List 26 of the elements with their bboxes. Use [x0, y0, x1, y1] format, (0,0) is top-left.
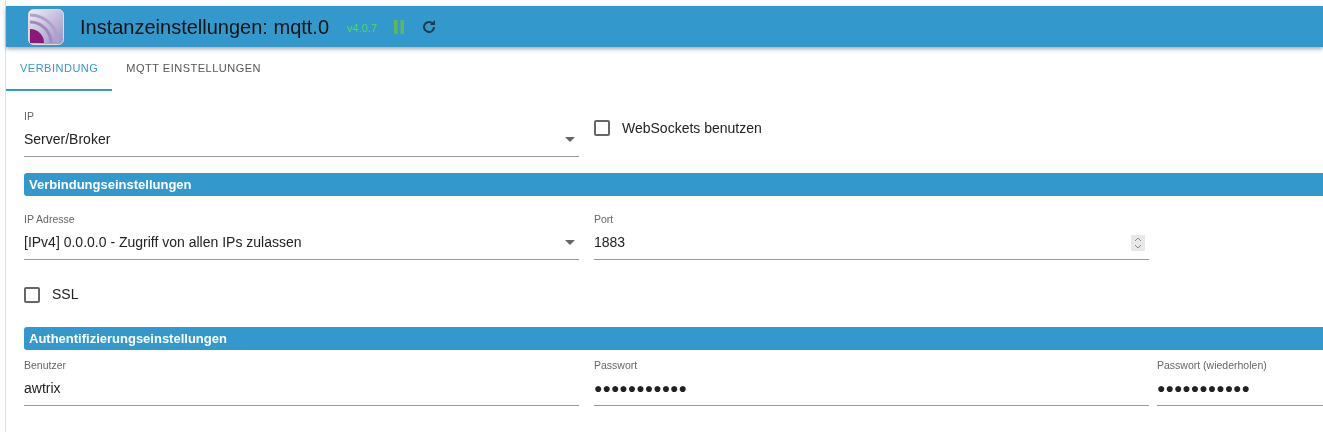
section-header: Authentifizierungseinstellungen: [24, 327, 1323, 350]
field-label: IP: [24, 109, 35, 124]
section-header: Verbindungseinstellungen: [24, 173, 1323, 196]
tab[interactable]: MQTT EINSTELLUNGEN: [112, 47, 276, 91]
reload-icon[interactable]: [421, 18, 437, 35]
field-label: IP Adresse: [24, 212, 76, 227]
checkbox[interactable]: [594, 120, 610, 136]
spinner-icon[interactable]: [1131, 234, 1145, 251]
ip-select[interactable]: Server/Broker: [24, 125, 579, 157]
checkbox-label: SSL: [52, 285, 79, 304]
version-label: v4.0.7: [347, 21, 377, 37]
page-title: Instanzeinstellungen: mqtt.0: [80, 14, 330, 40]
ip-address-select[interactable]: [IPv4] 0.0.0.0 - Zugriff von allen IPs zulassen: [24, 228, 579, 260]
field-label: Passwort: [594, 358, 639, 373]
password-field[interactable]: ●●●●●●●●●●●: [1157, 374, 1323, 406]
field-label: Benutzer: [24, 358, 68, 373]
logo-icon: [28, 8, 64, 45]
dropdown-arrow-icon: [565, 240, 575, 245]
port-field[interactable]: 1883: [594, 228, 1149, 260]
dropdown-arrow-icon: [565, 137, 575, 142]
field-label: Port: [594, 212, 615, 227]
field-label: Passwort (wiederholen): [1157, 358, 1268, 373]
checkbox[interactable]: [24, 286, 40, 303]
username-field[interactable]: awtrix: [24, 374, 579, 406]
checkbox-label: WebSockets benutzen: [622, 118, 762, 138]
password-field[interactable]: ●●●●●●●●●●●: [594, 374, 1149, 406]
